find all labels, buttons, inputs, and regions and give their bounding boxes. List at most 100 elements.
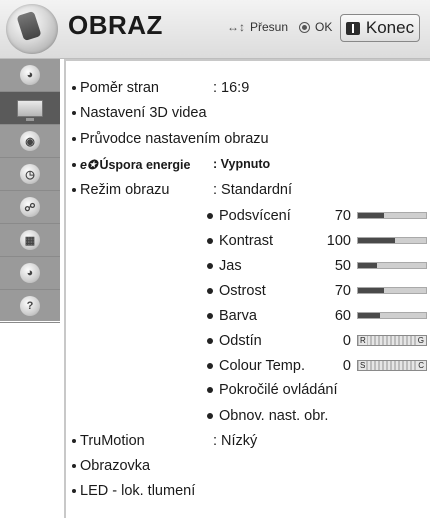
- setting-label: Podsvícení: [219, 208, 291, 224]
- setting-level-bar[interactable]: [357, 287, 427, 294]
- picture-settings-panel: Poměr stran : 16:9 Nastavení 3D videa Pr…: [64, 59, 430, 518]
- setting-row[interactable]: Kontrast 100: [207, 233, 427, 253]
- setting-row[interactable]: Ostrost 70: [207, 283, 427, 303]
- setting-label: Ostrost: [219, 283, 266, 299]
- item-value: : 16:9: [213, 80, 250, 96]
- item-label: Pokročilé ovládání: [219, 382, 338, 398]
- sidebar-item-options[interactable]: ▦: [0, 224, 60, 257]
- help-question-icon: ?: [20, 296, 40, 316]
- exit-label: Konec: [365, 18, 415, 37]
- category-sidebar: ◕ ◉ ◷ ☍ ▦ ◕ ?: [0, 59, 60, 323]
- bullet: [72, 163, 76, 168]
- setting-value: 0: [342, 333, 351, 349]
- setting-row[interactable]: Barva 60: [207, 308, 427, 328]
- bullet: [207, 363, 213, 370]
- setting-level-bar[interactable]: [357, 312, 427, 319]
- item-value: : Vypnuto: [213, 157, 271, 171]
- bullet: [207, 238, 213, 245]
- setting-level-bar[interactable]: [357, 237, 427, 244]
- network-globe-icon: ◕: [20, 263, 40, 283]
- exit-icon: [345, 21, 360, 35]
- bullet: [207, 387, 213, 394]
- setting-label: Kontrast: [219, 233, 273, 249]
- clock-icon: ◷: [20, 164, 40, 184]
- bullet: [72, 489, 76, 494]
- menu-item-aspect-ratio[interactable]: Poměr stran : 16:9: [72, 80, 372, 100]
- sidebar-item-support[interactable]: ?: [0, 290, 60, 323]
- item-value: : Standardní: [213, 182, 292, 198]
- bullet: [72, 439, 76, 444]
- setting-level-fill: [358, 263, 377, 268]
- sidebar-item-network[interactable]: ◕: [0, 257, 60, 290]
- bullet: [207, 313, 213, 320]
- bullet: [72, 111, 76, 116]
- menu-item-trumotion[interactable]: TruMotion : Nízký: [72, 433, 372, 453]
- setting-row[interactable]: Podsvícení 70: [207, 208, 427, 228]
- scale-right-label: G: [416, 336, 425, 345]
- setting-balance-scale[interactable]: SC: [357, 360, 427, 371]
- setting-value: 70: [334, 283, 351, 299]
- menu-item-led-local-dimming[interactable]: LED - lok. tlumení: [72, 483, 195, 503]
- lock-icon: ☍: [20, 197, 40, 217]
- move-arrows-icon: ↔↕: [227, 20, 245, 34]
- setting-row[interactable]: Colour Temp. 0 S C: [207, 358, 427, 378]
- header-bar: OBRAZ ↔↕ Přesun OK Konec: [0, 0, 430, 59]
- menu-item-advanced-control[interactable]: Pokročilé ovládání: [207, 382, 338, 402]
- item-label: Úspora energie: [99, 158, 191, 172]
- exit-button[interactable]: Konec: [340, 14, 420, 42]
- eco-icon: e✪: [80, 158, 98, 172]
- speaker-icon: ◉: [20, 131, 40, 151]
- setting-label: Jas: [219, 258, 242, 274]
- item-label: Režim obrazu: [80, 182, 170, 198]
- setting-value: 70: [334, 208, 351, 224]
- sidebar-item-time[interactable]: ◷: [0, 158, 60, 191]
- scale-right-label: C: [417, 361, 425, 370]
- options-toolbox-icon: ▦: [20, 230, 40, 250]
- setting-balance-scale[interactable]: RG: [357, 335, 427, 346]
- item-label: Průvodce nastavením obrazu: [80, 131, 269, 147]
- setting-value: 100: [326, 233, 351, 249]
- setting-value: 50: [334, 258, 351, 274]
- item-value: : Nízký: [213, 433, 258, 449]
- sidebar-item-picture[interactable]: [0, 92, 60, 125]
- setting-row[interactable]: Odstín 0 R G: [207, 333, 427, 353]
- bullet: [72, 137, 76, 142]
- menu-title: OBRAZ: [68, 10, 163, 40]
- item-label: TruMotion: [80, 433, 145, 449]
- menu-item-energy-saving[interactable]: e✪ Úspora energie : Vypnuto: [72, 157, 372, 177]
- bullet: [207, 413, 213, 420]
- bullet: [72, 188, 76, 193]
- setting-level-fill: [358, 313, 381, 318]
- ok-icon: [299, 21, 311, 33]
- menu-item-picture-mode[interactable]: Režim obrazu : Standardní: [72, 182, 372, 202]
- setting-level-fill: [358, 213, 385, 218]
- setting-label: Colour Temp.: [219, 358, 305, 374]
- bullet: [207, 263, 213, 270]
- hint-move-label: Přesun: [250, 20, 289, 34]
- setting-level-fill: [358, 288, 385, 293]
- setting-level-bar[interactable]: [357, 212, 427, 219]
- item-label: Poměr stran: [80, 80, 159, 96]
- menu-item-picture-wizard[interactable]: Průvodce nastavením obrazu: [72, 131, 269, 151]
- setting-row[interactable]: Jas 50: [207, 258, 427, 278]
- setting-level-bar[interactable]: [357, 262, 427, 269]
- menu-item-picture-reset[interactable]: Obnov. nast. obr.: [207, 408, 328, 428]
- sidebar-item-audio[interactable]: ◉: [0, 125, 60, 158]
- satellite-dish-icon: ◕: [20, 65, 40, 85]
- menu-item-screen[interactable]: Obrazovka: [72, 458, 150, 478]
- setting-label: Odstín: [219, 333, 262, 349]
- scale-left-label: R: [359, 336, 367, 345]
- bullet: [207, 338, 213, 345]
- tv-picture-icon: [17, 99, 43, 121]
- setting-value: 60: [334, 308, 351, 324]
- bullet: [207, 213, 213, 220]
- item-label: Nastavení 3D videa: [80, 105, 207, 121]
- setting-level-fill: [358, 238, 396, 243]
- menu-item-3d-video[interactable]: Nastavení 3D videa: [72, 105, 207, 125]
- sidebar-item-satellite[interactable]: ◕: [0, 59, 60, 92]
- sidebar-item-lock[interactable]: ☍: [0, 191, 60, 224]
- item-label: LED - lok. tlumení: [80, 483, 196, 499]
- navigation-hint: ↔↕ Přesun OK: [227, 20, 332, 34]
- bullet: [207, 288, 213, 295]
- item-label: Obnov. nast. obr.: [219, 408, 329, 424]
